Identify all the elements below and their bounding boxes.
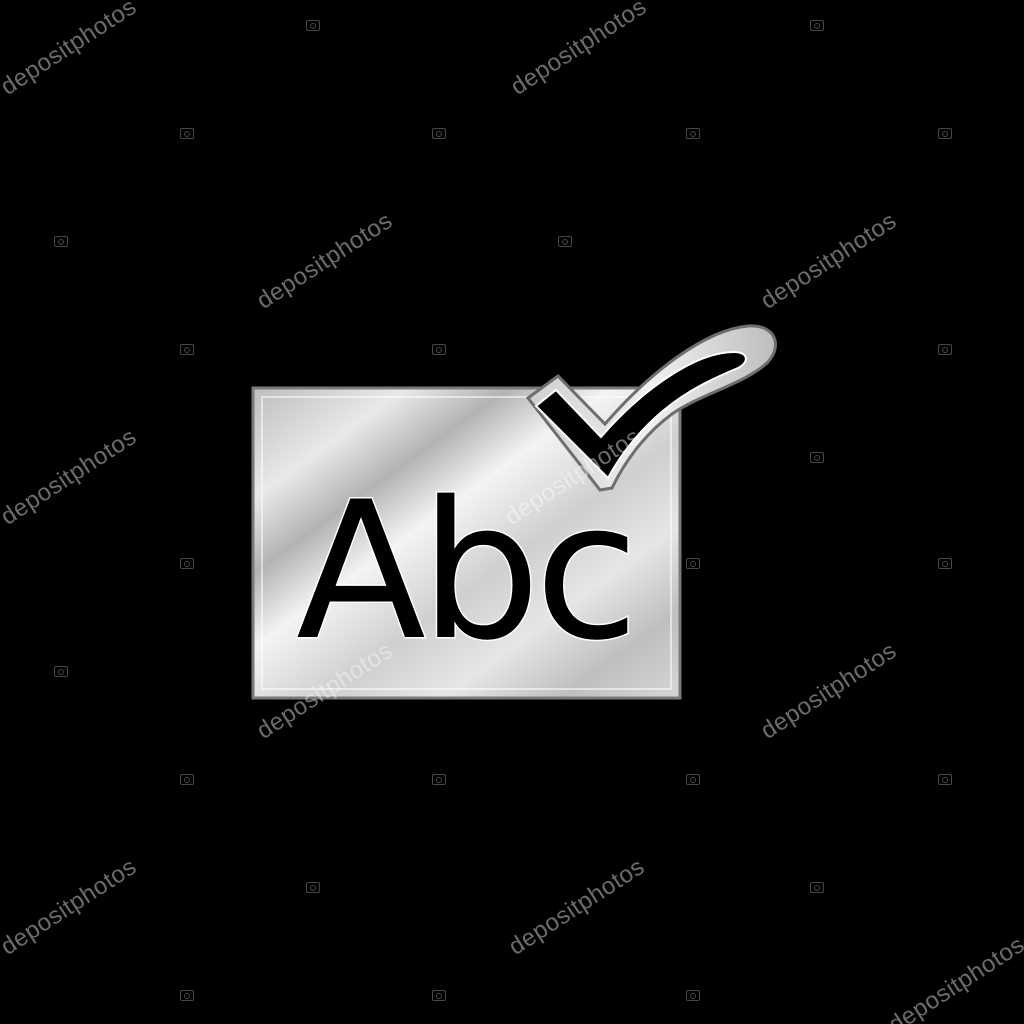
abc-label: Abc <box>296 461 633 682</box>
stock-image-canvas: Abc depositphotos depositphotos depositp… <box>0 0 1024 1024</box>
spell-check-icon: Abc <box>251 324 777 700</box>
